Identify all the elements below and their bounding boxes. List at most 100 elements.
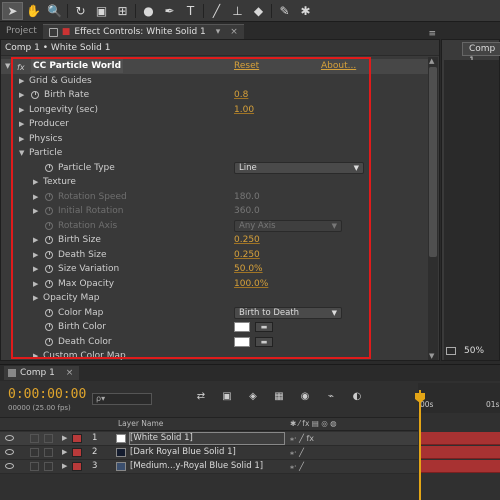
tab-timeline-comp[interactable]: Comp 1 × <box>4 366 80 380</box>
close-icon[interactable]: × <box>66 368 74 378</box>
stopwatch-icon[interactable] <box>45 265 53 273</box>
stopwatch-icon[interactable] <box>45 163 53 172</box>
label-color[interactable] <box>72 462 82 471</box>
tab-comp[interactable]: Comp 1 <box>462 42 500 66</box>
layer-duration-bar[interactable] <box>419 460 500 473</box>
pen-tool-icon[interactable]: ✒ <box>159 2 180 20</box>
stopwatch-icon[interactable] <box>45 279 53 288</box>
comp-mini-flowchart-icon[interactable]: ⇄ <box>194 391 208 405</box>
tab-project[interactable]: Project <box>0 24 43 39</box>
rotate-tool-icon[interactable]: ↻ <box>70 2 91 20</box>
expand-triangle-icon[interactable]: ▶ <box>19 74 24 88</box>
expand-triangle-icon[interactable]: ▶ <box>33 248 38 262</box>
eyedropper-icon[interactable]: ▬ <box>255 336 273 347</box>
collapse-triangle-icon[interactable]: ▼ <box>19 146 24 160</box>
expand-triangle-icon[interactable]: ▶ <box>33 175 38 189</box>
dropdown-icon[interactable]: ▾ <box>216 25 221 40</box>
birth-rate-value[interactable]: 0.8 <box>234 88 248 102</box>
layer-row-2[interactable]: ▶ 2 [Dark Royal Blue Solid 1] ⁎· ╱ <box>0 446 418 460</box>
graph-editor-icon[interactable]: ⌁ <box>324 391 338 405</box>
selection-tool-icon[interactable]: ➤ <box>2 1 23 20</box>
stopwatch-icon[interactable] <box>45 337 53 346</box>
property-row-max-opacity[interactable]: ▶ Max Opacity 100.0% <box>1 277 429 292</box>
property-row-producer[interactable]: ▶ Producer <box>1 117 429 132</box>
tab-effect-controls[interactable]: ■ Effect Controls: White Solid 1 ▾ × <box>42 24 244 40</box>
stopwatch-icon[interactable] <box>45 207 53 215</box>
stopwatch-icon[interactable] <box>45 236 53 244</box>
layer-name[interactable]: [Medium...y-Royal Blue Solid 1] <box>130 460 263 473</box>
layer-name[interactable]: [Dark Royal Blue Solid 1] <box>130 446 236 459</box>
layer-row-1[interactable]: ▶ 1 [White Solid 1] ⁎· ╱ fx <box>0 432 418 446</box>
effect-header-row[interactable]: ▼ fx CC Particle World Reset About... <box>1 59 429 74</box>
expand-triangle-icon[interactable]: ▶ <box>19 88 24 102</box>
composition-viewer[interactable] <box>444 60 499 360</box>
zoom-tool-icon[interactable]: 🔍 <box>44 2 65 20</box>
lock-icon[interactable] <box>48 27 58 37</box>
expand-triangle-icon[interactable]: ▶ <box>62 432 67 445</box>
expand-triangle-icon[interactable]: ▶ <box>33 233 38 247</box>
layer-duration-bar[interactable] <box>419 446 500 459</box>
property-row-size-variation[interactable]: ▶ Size Variation 50.0% <box>1 262 429 277</box>
color-map-dropdown[interactable]: Birth to Death ▼ <box>234 306 342 319</box>
puppet-pin-icon[interactable]: ✱ <box>295 2 316 20</box>
roto-brush-icon[interactable]: ✎ <box>274 2 295 20</box>
lock-icon[interactable] <box>44 434 53 443</box>
property-row-color-map[interactable]: Color Map Birth to Death ▼ <box>1 306 429 321</box>
property-row-initial-rotation[interactable]: ▶ Initial Rotation 360.0 <box>1 204 429 219</box>
stopwatch-icon[interactable] <box>45 323 53 331</box>
clone-stamp-icon[interactable]: ⊥ <box>227 2 248 20</box>
zoom-level[interactable]: 50% <box>464 346 484 356</box>
expand-triangle-icon[interactable]: ▶ <box>33 291 38 305</box>
expand-triangle-icon[interactable]: ▶ <box>33 277 38 291</box>
expand-triangle-icon[interactable]: ▶ <box>33 204 38 218</box>
expand-triangle-icon[interactable]: ▶ <box>33 262 38 276</box>
expand-triangle-icon[interactable]: ▶ <box>33 349 38 360</box>
frame-blending-icon[interactable]: ▦ <box>272 391 286 405</box>
stopwatch-icon[interactable] <box>31 91 39 99</box>
scroll-up-icon[interactable]: ▲ <box>429 57 434 65</box>
property-row-birth-color[interactable]: Birth Color ▬ <box>1 320 429 335</box>
expand-triangle-icon[interactable]: ▶ <box>19 103 24 117</box>
type-tool-icon[interactable]: T <box>180 2 201 20</box>
expand-triangle-icon[interactable]: ▶ <box>19 132 24 146</box>
expand-triangle-icon[interactable]: ▶ <box>62 446 67 459</box>
property-row-texture[interactable]: ▶ Texture <box>1 175 429 190</box>
collapse-triangle-icon[interactable]: ▼ <box>5 59 10 73</box>
solo-toggle[interactable] <box>30 434 39 443</box>
property-row-opacity-map[interactable]: ▶ Opacity Map <box>1 291 429 306</box>
stopwatch-icon[interactable] <box>45 192 53 201</box>
eyedropper-icon[interactable]: ▬ <box>255 322 273 332</box>
expand-triangle-icon[interactable]: ▶ <box>33 190 38 204</box>
birth-size-value[interactable]: 0.250 <box>234 233 260 247</box>
stopwatch-icon[interactable] <box>45 221 53 230</box>
label-color[interactable] <box>72 448 82 457</box>
size-variation-value[interactable]: 50.0% <box>234 262 263 276</box>
scroll-down-icon[interactable]: ▼ <box>429 352 434 360</box>
property-row-grid-guides[interactable]: ▶ Grid & Guides <box>1 74 429 89</box>
longevity-value[interactable]: 1.00 <box>234 103 254 117</box>
expand-triangle-icon[interactable]: ▶ <box>62 460 67 473</box>
layer-name-header[interactable]: Layer Name <box>118 418 163 430</box>
hand-tool-icon[interactable]: ✋ <box>23 2 44 20</box>
label-color[interactable] <box>72 434 82 443</box>
death-size-value[interactable]: 0.250 <box>234 248 260 262</box>
brush-tool-icon[interactable]: ╱ <box>206 2 227 20</box>
close-icon[interactable]: × <box>230 25 238 40</box>
layer-duration-bar[interactable] <box>419 432 500 445</box>
property-row-longevity[interactable]: ▶ Longevity (sec) 1.00 <box>1 103 429 118</box>
layer-switches[interactable]: ⁎· ╱ <box>290 460 304 473</box>
current-time-display[interactable]: 0:00:00:00 <box>8 387 86 402</box>
region-icon[interactable] <box>446 347 456 355</box>
property-row-birth-size[interactable]: ▶ Birth Size 0.250 <box>1 233 429 248</box>
playhead-line[interactable] <box>419 390 421 500</box>
layer-row-3[interactable]: ▶ 3 [Medium...y-Royal Blue Solid 1] ⁎· ╱ <box>0 460 418 474</box>
about-link[interactable]: About... <box>321 59 356 73</box>
layer-switches[interactable]: ⁎· ╱ <box>290 446 304 459</box>
eye-icon[interactable] <box>5 449 14 455</box>
brainstorm-icon[interactable]: ◐ <box>350 391 364 405</box>
property-row-custom-color-map[interactable]: ▶ Custom Color Map <box>1 349 429 360</box>
property-row-rotation-speed[interactable]: ▶ Rotation Speed 180.0 <box>1 190 429 205</box>
reset-link[interactable]: Reset <box>234 59 259 73</box>
hide-shy-layers-icon[interactable]: ◈ <box>246 391 260 405</box>
property-row-birth-rate[interactable]: ▶ Birth Rate 0.8 <box>1 88 429 103</box>
